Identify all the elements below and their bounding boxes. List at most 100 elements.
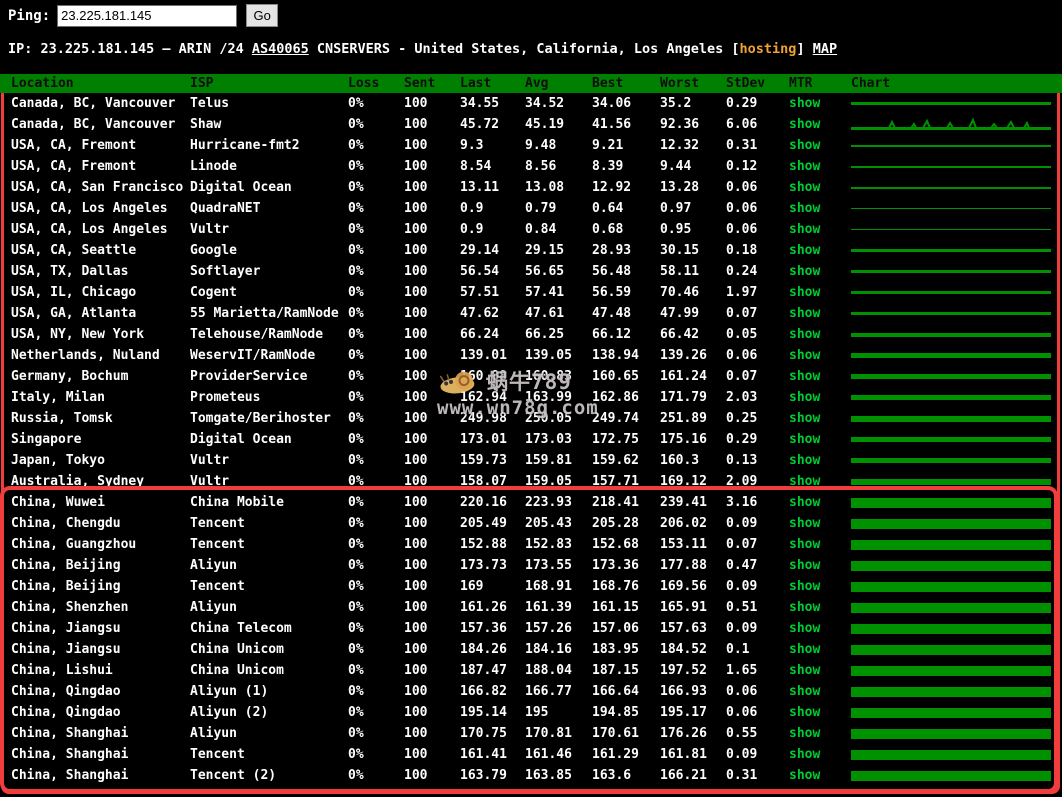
cell-last: 160.88 [460, 369, 507, 384]
mtr-show-link[interactable]: show [789, 579, 820, 594]
mtr-show-link[interactable]: show [789, 201, 820, 216]
cell-sent: 100 [404, 768, 428, 783]
go-button[interactable]: Go [246, 4, 279, 27]
cell-location: USA, CA, Seattle [11, 243, 137, 258]
mtr-show-link[interactable]: show [789, 453, 820, 468]
cell-chart [851, 135, 1062, 156]
cell-worst: 176.26 [660, 726, 707, 741]
cell-worst: 92.36 [660, 117, 700, 132]
mtr-show-link[interactable]: show [789, 537, 820, 552]
mtr-show-link[interactable]: show [789, 516, 820, 531]
cell-loss: 0% [348, 600, 364, 615]
mtr-show-link[interactable]: show [789, 138, 820, 153]
latency-sparkline [851, 332, 1051, 337]
header-cell-isp: ISP [190, 76, 214, 91]
cell-sent: 100 [404, 558, 428, 573]
asn-link[interactable]: AS40065 [252, 41, 309, 57]
cell-isp: Linode [190, 159, 237, 174]
cell-worst: 160.3 [660, 453, 700, 468]
cell-isp: Vultr [190, 474, 230, 489]
mtr-show-link[interactable]: show [789, 642, 820, 657]
cell-last: 158.07 [460, 474, 507, 489]
mtr-show-link[interactable]: show [789, 558, 820, 573]
mtr-show-link[interactable]: show [789, 348, 820, 363]
cell-location: China, Beijing [11, 579, 121, 594]
mtr-show-link[interactable]: show [789, 390, 820, 405]
mtr-show-link[interactable]: show [789, 159, 820, 174]
cell-last: 184.26 [460, 642, 507, 657]
cell-isp: China Mobile [190, 495, 284, 510]
cell-chart [851, 93, 1062, 114]
mtr-show-link[interactable]: show [789, 243, 820, 258]
mtr-show-link[interactable]: show [789, 264, 820, 279]
mtr-show-link[interactable]: show [789, 726, 820, 741]
mtr-show-link[interactable]: show [789, 327, 820, 342]
cell-last: 161.26 [460, 600, 507, 615]
cell-best: 187.15 [592, 663, 639, 678]
cell-best: 157.71 [592, 474, 639, 489]
cell-best: 163.6 [592, 768, 632, 783]
cell-stdev: 0.06 [726, 705, 758, 720]
cell-worst: 153.11 [660, 537, 707, 552]
latency-sparkline [851, 270, 1051, 273]
ping-input[interactable] [57, 4, 238, 27]
cell-avg: 166.77 [525, 684, 572, 699]
cell-chart [851, 471, 1062, 492]
mtr-show-link[interactable]: show [789, 684, 820, 699]
mtr-show-link[interactable]: show [789, 222, 820, 237]
mtr-show-link[interactable]: show [789, 768, 820, 783]
mtr-show-link[interactable]: show [789, 705, 820, 720]
cell-location: China, Beijing [11, 558, 121, 573]
latency-sparkline-spiky [851, 117, 1051, 130]
cell-isp: Digital Ocean [190, 432, 292, 447]
latency-sparkline [851, 165, 1051, 168]
table-row: USA, NY, New York Telehouse/RamNode 0% 100 6… [0, 324, 1062, 345]
cell-worst: 139.26 [660, 348, 707, 363]
cell-mtr: show [789, 408, 851, 429]
latency-sparkline [851, 770, 1051, 781]
cell-worst: 157.63 [660, 621, 707, 636]
cell-avg: 8.56 [525, 159, 557, 174]
mtr-show-link[interactable]: show [789, 663, 820, 678]
cell-chart [851, 114, 1062, 135]
cell-avg: 139.05 [525, 348, 572, 363]
mtr-show-link[interactable]: show [789, 495, 820, 510]
cell-avg: 188.04 [525, 663, 572, 678]
map-link[interactable]: MAP [813, 41, 837, 57]
cell-mtr: show [789, 639, 851, 660]
cell-sent: 100 [404, 705, 428, 720]
mtr-show-link[interactable]: show [789, 621, 820, 636]
mtr-show-link[interactable]: show [789, 285, 820, 300]
mtr-show-link[interactable]: show [789, 117, 820, 132]
cell-mtr: show [789, 366, 851, 387]
mtr-show-link[interactable]: show [789, 306, 820, 321]
cell-loss: 0% [348, 306, 364, 321]
mtr-show-link[interactable]: show [789, 600, 820, 615]
cell-loss: 0% [348, 621, 364, 636]
table-row: Italy, Milan Prometeus 0% 100 162.94 163.99 16… [0, 387, 1062, 408]
cell-mtr: show [789, 765, 851, 786]
cell-sent: 100 [404, 243, 428, 258]
cell-last: 57.51 [460, 285, 500, 300]
cell-stdev: 0.06 [726, 222, 758, 237]
cell-sent: 100 [404, 411, 428, 426]
cell-worst: 239.41 [660, 495, 707, 510]
cell-best: 173.36 [592, 558, 639, 573]
cell-isp: Aliyun [190, 726, 237, 741]
mtr-show-link[interactable]: show [789, 369, 820, 384]
cell-avg: 29.15 [525, 243, 565, 258]
mtr-show-link[interactable]: show [789, 432, 820, 447]
mtr-show-link[interactable]: show [789, 96, 820, 111]
mtr-show-link[interactable]: show [789, 180, 820, 195]
cell-avg: 223.93 [525, 495, 572, 510]
latency-sparkline [851, 623, 1051, 634]
cell-loss: 0% [348, 495, 364, 510]
cell-loss: 0% [348, 96, 364, 111]
mtr-show-link[interactable]: show [789, 411, 820, 426]
cell-stdev: 0.07 [726, 306, 758, 321]
latency-sparkline [851, 686, 1051, 697]
cell-isp: Vultr [190, 222, 230, 237]
mtr-show-link[interactable]: show [789, 747, 820, 762]
mtr-show-link[interactable]: show [789, 474, 820, 489]
cell-mtr: show [789, 471, 851, 492]
